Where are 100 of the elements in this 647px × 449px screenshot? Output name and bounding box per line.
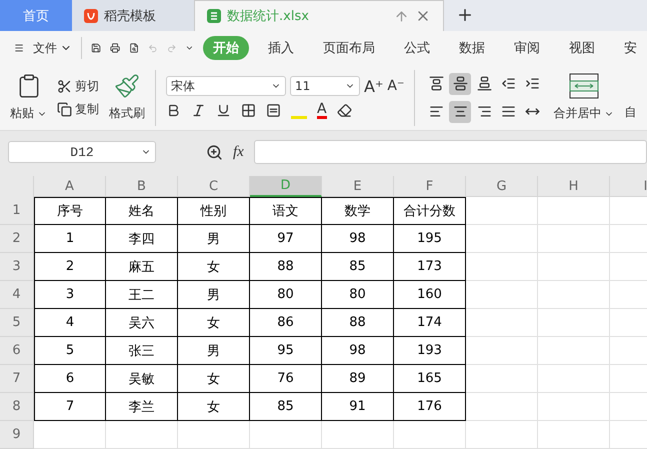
table-cell[interactable]: 男: [178, 225, 250, 254]
font-select[interactable]: 宋体: [166, 76, 286, 96]
table-cell[interactable]: 女: [178, 253, 250, 282]
empty-cell[interactable]: [178, 421, 250, 449]
empty-cell[interactable]: [466, 225, 538, 254]
italic-icon[interactable]: [191, 103, 206, 118]
cut-button[interactable]: 剪切: [57, 78, 99, 95]
table-cell[interactable]: 85: [250, 393, 322, 422]
table-cell[interactable]: 6: [34, 365, 106, 394]
table-cell[interactable]: 7: [34, 393, 106, 422]
table-cell[interactable]: 80: [250, 281, 322, 310]
empty-cell[interactable]: [538, 309, 610, 338]
column-header[interactable]: F: [394, 176, 466, 198]
empty-cell[interactable]: [538, 421, 610, 449]
ribbon-tab[interactable]: 数据: [449, 36, 495, 60]
table-cell[interactable]: 女: [178, 393, 250, 422]
empty-cell[interactable]: [538, 253, 610, 282]
ribbon-tab[interactable]: 安: [614, 36, 647, 60]
empty-cell[interactable]: [466, 337, 538, 366]
paste-button[interactable]: 粘贴: [10, 105, 47, 122]
table-cell[interactable]: 85: [322, 253, 394, 282]
column-header[interactable]: E: [322, 176, 394, 198]
document-tab[interactable]: 稻壳模板: [72, 0, 194, 31]
table-cell[interactable]: 86: [250, 309, 322, 338]
empty-cell[interactable]: [538, 365, 610, 394]
table-cell[interactable]: 李四: [106, 225, 178, 254]
table-cell[interactable]: 5: [34, 337, 106, 366]
clear-icon[interactable]: [336, 103, 352, 118]
empty-cell[interactable]: [538, 393, 610, 422]
table-cell[interactable]: 姓名: [106, 197, 178, 226]
table-cell[interactable]: 吴敏: [106, 365, 178, 394]
table-cell[interactable]: 193: [394, 337, 466, 366]
table-cell[interactable]: 76: [250, 365, 322, 394]
ribbon-tab[interactable]: 视图: [559, 36, 605, 60]
cell-style-icon[interactable]: [266, 103, 281, 118]
font-color-button[interactable]: A: [317, 102, 327, 120]
table-cell[interactable]: 序号: [34, 197, 106, 226]
font-size-select[interactable]: 11: [290, 76, 360, 96]
table-cell[interactable]: 80: [322, 281, 394, 310]
table-cell[interactable]: 张三: [106, 337, 178, 366]
ribbon-tab[interactable]: 页面布局: [313, 36, 385, 60]
column-header[interactable]: B: [106, 176, 178, 198]
empty-cell[interactable]: [538, 197, 610, 226]
empty-cell[interactable]: [394, 421, 466, 449]
table-cell[interactable]: 88: [250, 253, 322, 282]
column-header[interactable]: A: [34, 176, 106, 198]
empty-cell[interactable]: [466, 309, 538, 338]
empty-cell[interactable]: [466, 421, 538, 449]
merge-center-button[interactable]: 合并居中: [553, 105, 614, 122]
formula-input[interactable]: [254, 140, 647, 164]
name-box[interactable]: D12: [8, 141, 156, 164]
align-button[interactable]: [449, 72, 472, 95]
column-header[interactable]: G: [466, 176, 538, 198]
table-cell[interactable]: 女: [178, 365, 250, 394]
shrink-font-button[interactable]: A⁻: [387, 78, 404, 94]
table-cell[interactable]: 麻五: [106, 253, 178, 282]
underline-icon[interactable]: [216, 103, 231, 118]
borders-icon[interactable]: [241, 103, 256, 118]
merge-cells-icon[interactable]: [568, 73, 599, 100]
zoom-icon[interactable]: [206, 144, 223, 161]
empty-cell[interactable]: [538, 337, 610, 366]
table-cell[interactable]: 173: [394, 253, 466, 282]
table-cell[interactable]: 性别: [178, 197, 250, 226]
bold-icon[interactable]: [166, 103, 181, 118]
ribbon-tab[interactable]: 公式: [394, 36, 440, 60]
table-cell[interactable]: 吴六: [106, 309, 178, 338]
column-header[interactable]: C: [178, 176, 250, 198]
paintbrush-icon[interactable]: [114, 73, 140, 100]
empty-cell[interactable]: [106, 421, 178, 449]
empty-cell[interactable]: [466, 197, 538, 226]
table-cell[interactable]: 160: [394, 281, 466, 310]
table-cell[interactable]: 195: [394, 225, 466, 254]
table-cell[interactable]: 174: [394, 309, 466, 338]
table-cell[interactable]: 数学: [322, 197, 394, 226]
table-cell[interactable]: 3: [34, 281, 106, 310]
function-button[interactable]: fx: [233, 144, 244, 161]
table-cell[interactable]: 91: [322, 393, 394, 422]
table-cell[interactable]: 李兰: [106, 393, 178, 422]
ribbon-tab[interactable]: 插入: [258, 36, 304, 60]
column-header[interactable]: I: [610, 176, 647, 198]
ribbon-tab[interactable]: 审阅: [504, 36, 550, 60]
table-cell[interactable]: 男: [178, 281, 250, 310]
empty-cell[interactable]: [538, 225, 610, 254]
table-cell[interactable]: 王二: [106, 281, 178, 310]
column-header[interactable]: H: [538, 176, 610, 198]
table-cell[interactable]: 女: [178, 309, 250, 338]
table-cell[interactable]: 合计分数: [394, 197, 466, 226]
table-cell[interactable]: 176: [394, 393, 466, 422]
table-cell[interactable]: 4: [34, 309, 106, 338]
row-header[interactable]: 8: [0, 393, 34, 422]
cut-off-label[interactable]: 自: [624, 104, 636, 122]
empty-cell[interactable]: [250, 421, 322, 449]
row-header[interactable]: 6: [0, 337, 34, 366]
empty-cell[interactable]: [538, 281, 610, 310]
row-header[interactable]: 4: [0, 281, 34, 310]
row-header[interactable]: 5: [0, 309, 34, 338]
table-cell[interactable]: 95: [250, 337, 322, 366]
grow-font-button[interactable]: A⁺: [364, 76, 384, 96]
empty-cell[interactable]: [466, 365, 538, 394]
row-header[interactable]: 7: [0, 365, 34, 394]
